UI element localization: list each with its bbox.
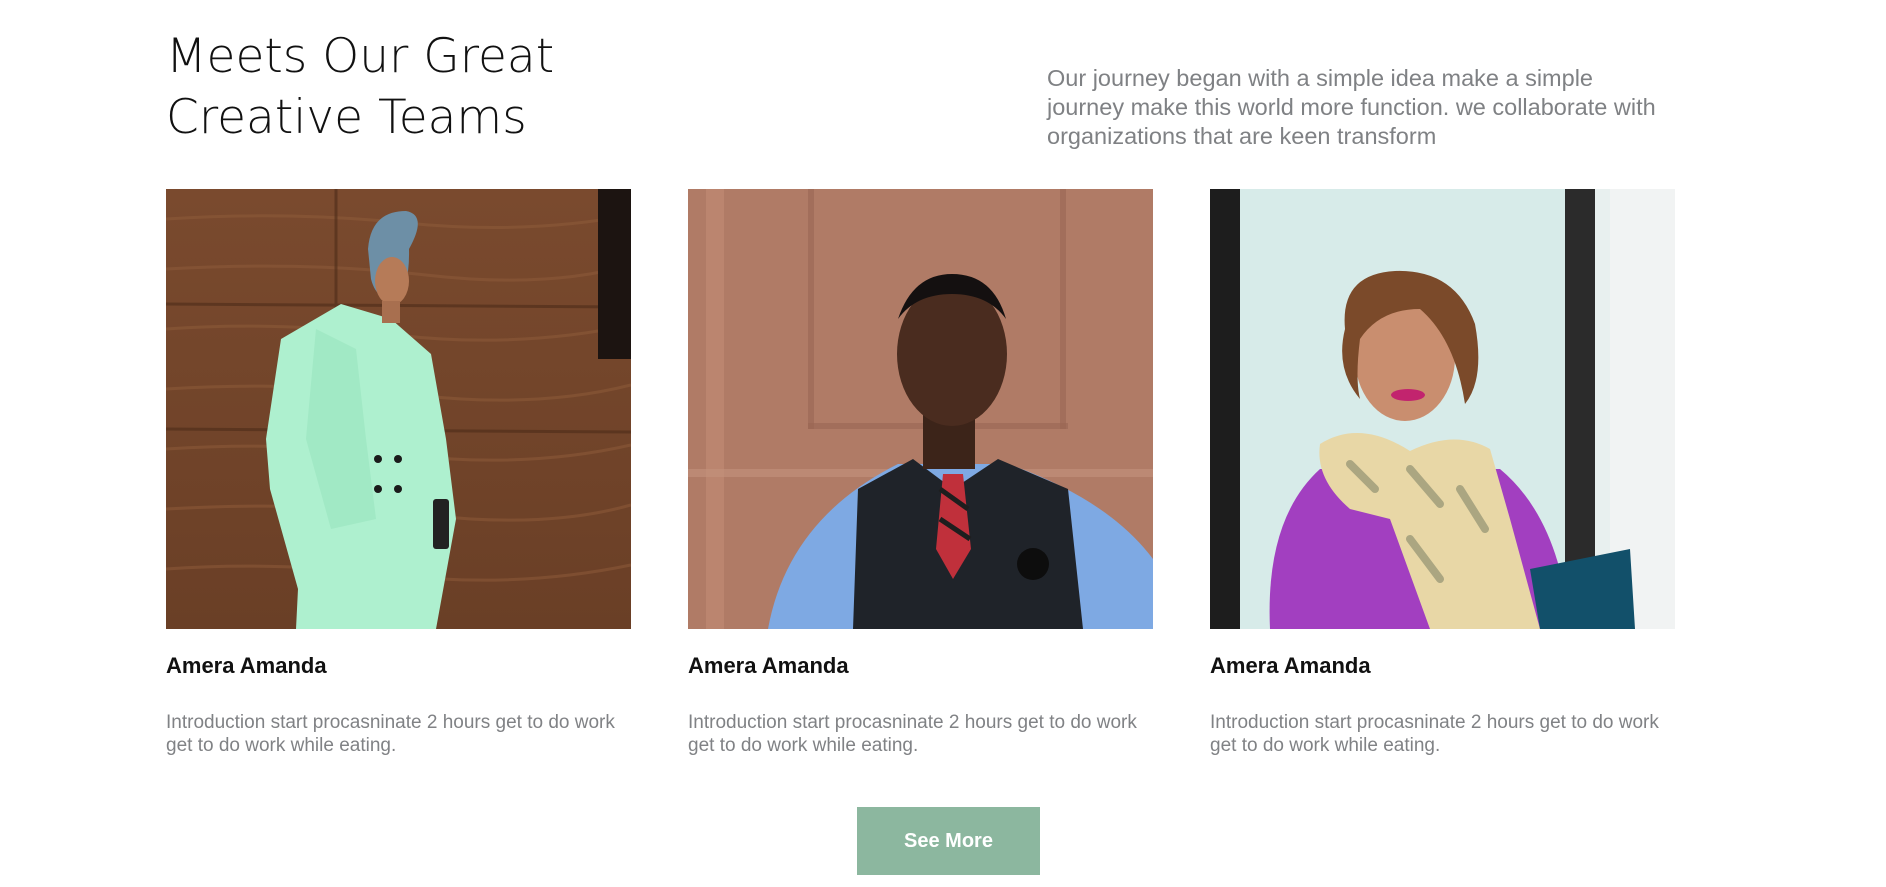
- team-member-description: Introduction start procasninate 2 hours …: [166, 712, 615, 756]
- team-member-name: Amera Amanda: [166, 653, 327, 678]
- team-member-description: Introduction start procasninate 2 hours …: [1210, 712, 1659, 756]
- section-heading: Meets Our Great Creative Teams: [166, 26, 686, 148]
- woman-scarf-photo: [1210, 189, 1675, 629]
- team-member-photo: [166, 189, 631, 629]
- see-more-button[interactable]: See More: [857, 807, 1040, 875]
- team-card: Amera Amanda Introduction start procasni…: [1210, 189, 1675, 756]
- team-member-name: Amera Amanda: [1210, 653, 1371, 678]
- man-vest-photo: [688, 189, 1153, 629]
- woman-mint-suit-photo: [166, 189, 631, 629]
- team-member-photo: [1210, 189, 1675, 629]
- team-member-name: Amera Amanda: [688, 653, 849, 678]
- section-intro: Our journey began with a simple idea mak…: [1047, 65, 1656, 149]
- team-member-photo: [688, 189, 1153, 629]
- team-card: Amera Amanda Introduction start procasni…: [688, 189, 1153, 756]
- section-heading-line-1: Meets Our Great: [166, 29, 555, 84]
- section-heading-line-2: Creative Teams: [166, 90, 527, 145]
- team-card: Amera Amanda Introduction start procasni…: [166, 189, 631, 756]
- team-member-description: Introduction start procasninate 2 hours …: [688, 712, 1137, 756]
